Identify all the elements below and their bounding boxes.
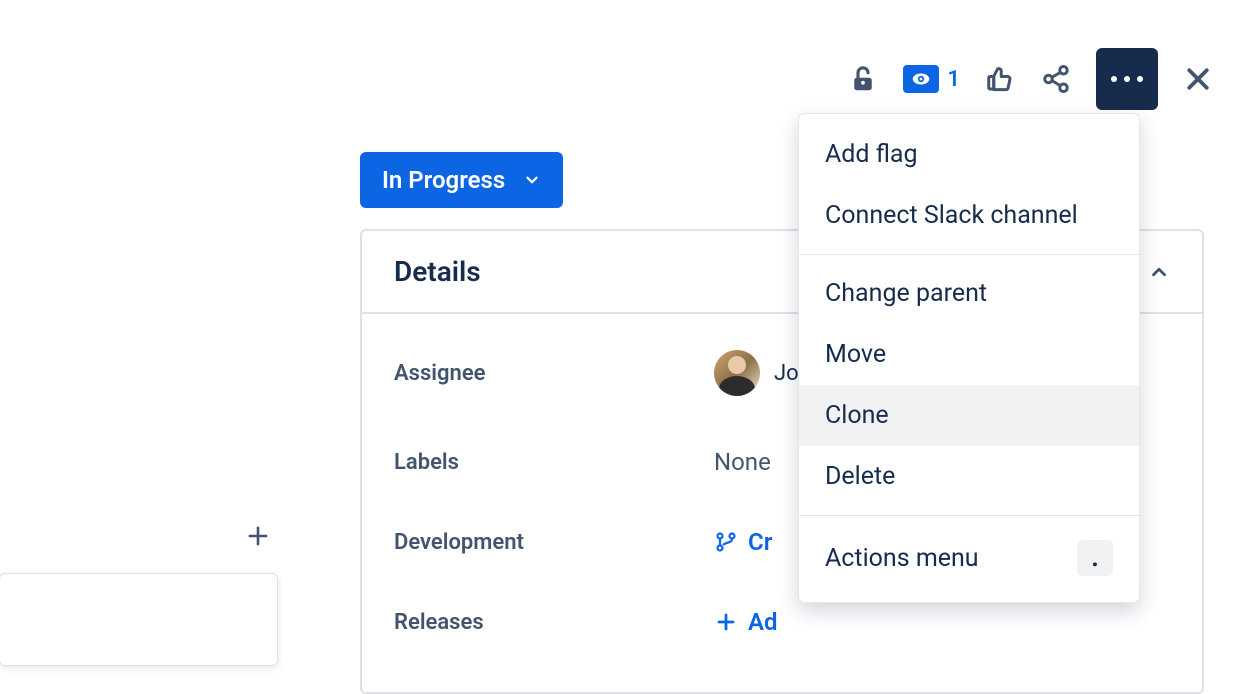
create-branch-label: Cr xyxy=(748,528,772,556)
avatar xyxy=(714,350,760,396)
actions-dropdown: Add flag Connect Slack channel Change pa… xyxy=(798,113,1140,603)
labels-label: Labels xyxy=(394,450,714,475)
development-label: Development xyxy=(394,530,714,555)
watchers-button[interactable]: 1 xyxy=(903,65,960,93)
menu-move[interactable]: Move xyxy=(799,324,1139,385)
add-release-label: Ad xyxy=(748,608,778,636)
unlock-icon[interactable] xyxy=(847,63,879,95)
menu-label: Actions menu xyxy=(825,544,979,573)
menu-add-flag[interactable]: Add flag xyxy=(799,124,1139,185)
menu-actions-menu[interactable]: Actions menu . xyxy=(799,524,1139,592)
side-popup xyxy=(0,573,278,666)
menu-label: Move xyxy=(825,340,886,369)
menu-label: Connect Slack channel xyxy=(825,201,1078,230)
status-dropdown[interactable]: In Progress xyxy=(360,152,563,208)
eye-icon xyxy=(903,65,939,93)
add-button[interactable] xyxy=(238,516,278,556)
menu-label: Clone xyxy=(825,401,889,430)
menu-clone[interactable]: Clone xyxy=(799,385,1139,446)
status-label: In Progress xyxy=(382,166,505,194)
like-icon[interactable] xyxy=(984,63,1016,95)
chevron-up-icon xyxy=(1148,261,1170,283)
assignee-label: Assignee xyxy=(394,361,714,386)
branch-icon xyxy=(714,530,738,554)
plus-icon xyxy=(714,610,738,634)
labels-value[interactable]: None xyxy=(714,448,771,476)
menu-label: Delete xyxy=(825,462,895,491)
menu-connect-slack[interactable]: Connect Slack channel xyxy=(799,185,1139,246)
issue-toolbar: 1 xyxy=(847,48,1214,110)
add-release-link[interactable]: Ad xyxy=(714,608,778,636)
details-title: Details xyxy=(394,255,481,288)
plus-icon xyxy=(244,522,272,550)
create-branch-link[interactable]: Cr xyxy=(714,528,772,556)
menu-label: Add flag xyxy=(825,140,918,169)
chevron-down-icon xyxy=(523,171,541,189)
keyboard-hint: . xyxy=(1077,540,1113,576)
share-icon[interactable] xyxy=(1040,63,1072,95)
close-icon[interactable] xyxy=(1182,63,1214,95)
menu-change-parent[interactable]: Change parent xyxy=(799,263,1139,324)
menu-label: Change parent xyxy=(825,279,987,308)
menu-delete[interactable]: Delete xyxy=(799,446,1139,507)
menu-divider xyxy=(799,515,1139,516)
assignee-value[interactable]: Jo xyxy=(714,350,799,396)
assignee-name: Jo xyxy=(774,361,799,386)
watchers-count: 1 xyxy=(947,67,960,92)
releases-label: Releases xyxy=(394,610,714,635)
menu-divider xyxy=(799,254,1139,255)
more-icon xyxy=(1111,76,1143,82)
more-actions-button[interactable] xyxy=(1096,48,1158,110)
